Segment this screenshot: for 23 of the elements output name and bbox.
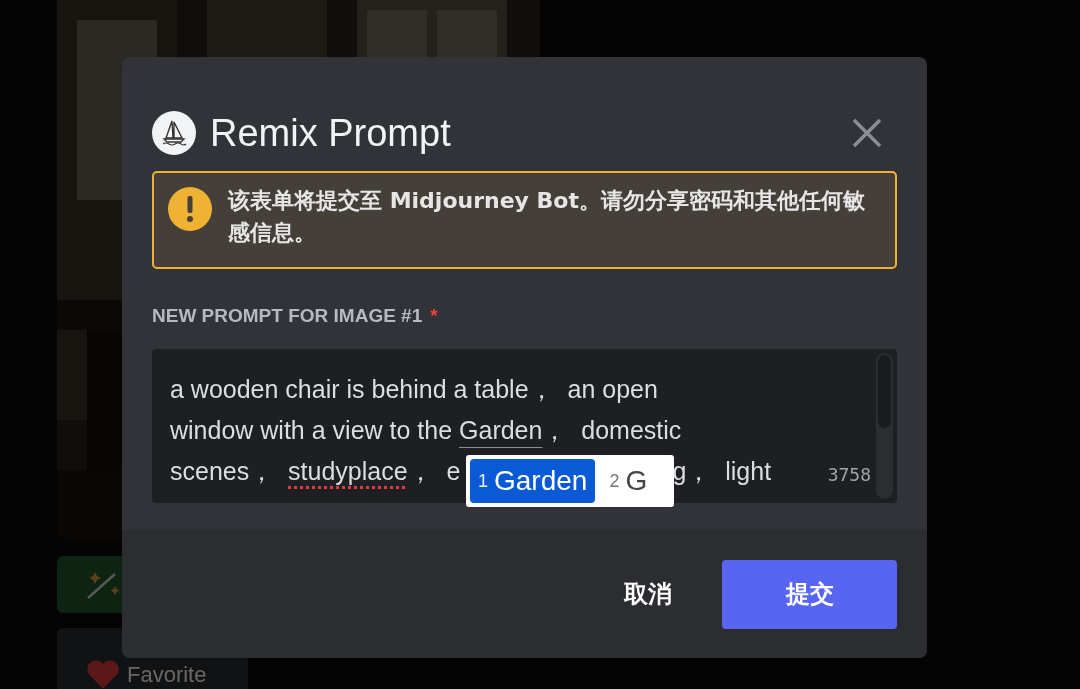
sailboat-logo-icon [152,111,196,155]
favorite-label: Favorite [127,660,207,689]
misspelled-word: studyplace [288,455,408,487]
prompt-text: g， light [672,455,772,487]
prompt-text: scenes， [170,455,276,487]
prompt-text: ， domestic [542,414,682,446]
close-icon [851,117,883,149]
required-mark: * [430,304,438,328]
candidate-item[interactable]: 2 G [601,459,656,503]
composing-word: Garden [459,414,543,446]
field-label: NEW PROMPT FOR IMAGE #1 [152,304,423,328]
warning-icon [168,187,212,231]
submit-button[interactable]: 提交 [722,559,897,629]
candidate-item[interactable]: 1 Garden [470,459,596,503]
heart-icon [85,658,121,689]
close-button[interactable] [850,116,884,150]
prompt-text: window with a view to the [170,414,454,446]
prompt-text: ， e [407,455,461,487]
character-count: 3758 [827,462,871,487]
cancel-button[interactable]: 取消 [614,559,682,629]
dialog-title: Remix Prompt [210,110,451,156]
warning-text: 该表单将提交至 Midjourney Bot。请勿分享密码和其他任何敏感信息。 [228,187,866,247]
prompt-text: a wooden chair is behind a table， an open [170,373,658,405]
